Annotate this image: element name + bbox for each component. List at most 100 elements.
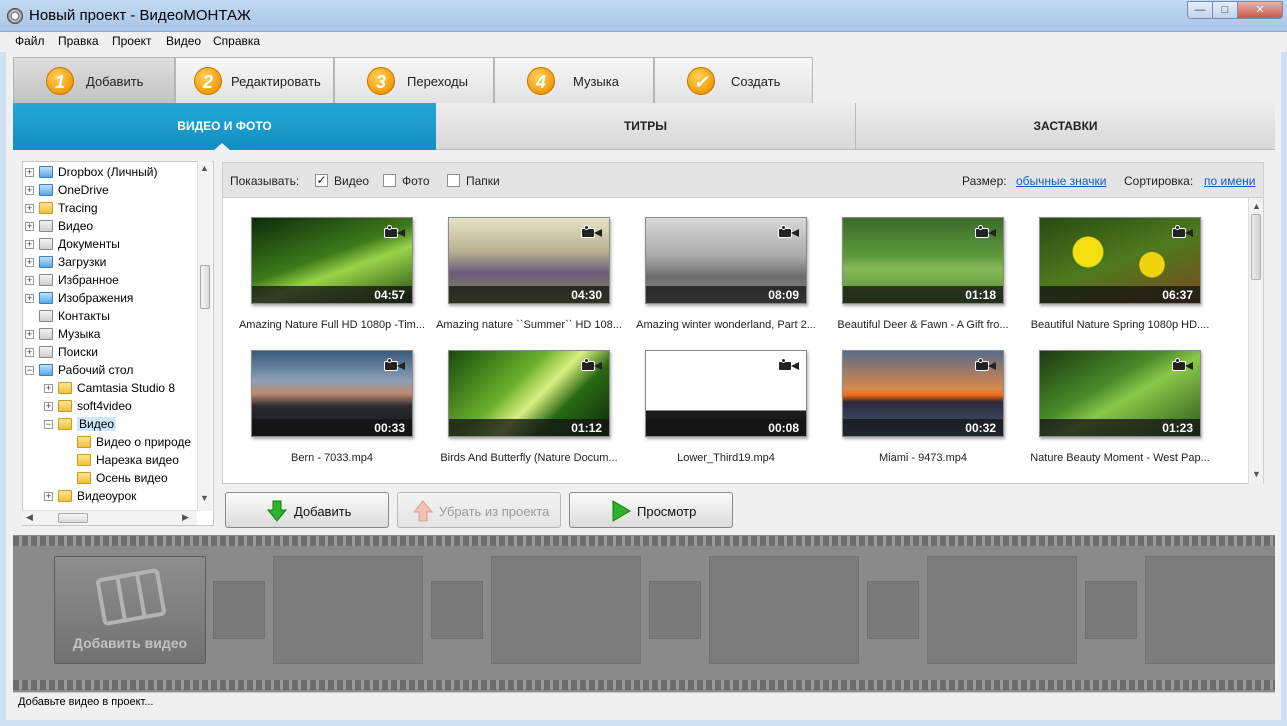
- expand-icon[interactable]: +: [25, 186, 34, 195]
- tab-titles[interactable]: ТИТРЫ: [436, 103, 856, 150]
- scroll-right-icon[interactable]: ▶: [182, 512, 189, 523]
- tree-item[interactable]: + Изображения: [23, 290, 213, 308]
- video-caption[interactable]: Bern - 7033.mp4: [237, 452, 427, 464]
- expand-icon[interactable]: +: [44, 384, 53, 393]
- expand-icon[interactable]: +: [25, 294, 34, 303]
- video-caption[interactable]: Lower_Third19.mp4: [631, 452, 821, 464]
- tree-item[interactable]: + Видеоурок: [23, 488, 213, 506]
- video-thumbnail[interactable]: 04:57: [251, 217, 413, 304]
- tree-item[interactable]: + Поиски: [23, 344, 213, 362]
- menu-video[interactable]: Видео: [166, 34, 201, 48]
- video-caption[interactable]: Amazing winter wonderland, Part 2...: [631, 319, 821, 331]
- expand-icon[interactable]: +: [25, 330, 34, 339]
- tree-item[interactable]: − Видео: [23, 416, 213, 434]
- tree-item[interactable]: − Рабочий стол: [23, 362, 213, 380]
- menu-project[interactable]: Проект: [112, 34, 152, 48]
- transition-slot[interactable]: [1085, 581, 1137, 639]
- expand-icon[interactable]: +: [25, 222, 34, 231]
- video-slot[interactable]: [491, 556, 641, 664]
- video-thumbnail[interactable]: 01:23: [1039, 350, 1201, 437]
- tree-item[interactable]: + OneDrive: [23, 182, 213, 200]
- video-thumbnail[interactable]: 00:33: [251, 350, 413, 437]
- menu-file[interactable]: Файл: [15, 34, 45, 48]
- video-caption[interactable]: Amazing nature ``Summer`` HD 108...: [434, 319, 624, 331]
- tree-item[interactable]: + Tracing: [23, 200, 213, 218]
- video-checkbox-label[interactable]: Видео: [334, 174, 369, 188]
- photo-checkbox-label[interactable]: Фото: [402, 174, 430, 188]
- video-slot[interactable]: [1145, 556, 1275, 664]
- tree-item[interactable]: + Видео: [23, 218, 213, 236]
- transition-slot[interactable]: [867, 581, 919, 639]
- video-thumbnail[interactable]: 08:09: [645, 217, 807, 304]
- gallery-scroll-thumb[interactable]: [1251, 214, 1261, 280]
- remove-from-project-button[interactable]: Убрать из проекта: [397, 492, 561, 528]
- close-button[interactable]: ✕: [1237, 1, 1283, 19]
- scroll-up-icon[interactable]: ▲: [1252, 201, 1261, 211]
- folders-checkbox[interactable]: [447, 174, 460, 187]
- add-video-slot[interactable]: Добавить видео: [54, 556, 206, 664]
- step-tab-music[interactable]: 4 Музыка: [494, 57, 654, 103]
- collapse-icon[interactable]: −: [25, 366, 34, 375]
- tree-item[interactable]: + Документы: [23, 236, 213, 254]
- video-caption[interactable]: Miami - 9473.mp4: [828, 452, 1018, 464]
- expand-icon[interactable]: +: [25, 240, 34, 249]
- tree-scroll-thumb[interactable]: [200, 265, 210, 309]
- expand-icon[interactable]: +: [25, 276, 34, 285]
- transition-slot[interactable]: [431, 581, 483, 639]
- video-thumbnail[interactable]: 06:37: [1039, 217, 1201, 304]
- preview-button[interactable]: Просмотр: [569, 492, 733, 528]
- scroll-left-icon[interactable]: ◀: [26, 512, 33, 523]
- tab-intros[interactable]: ЗАСТАВКИ: [856, 103, 1275, 150]
- folders-checkbox-label[interactable]: Папки: [466, 174, 500, 188]
- tree-item[interactable]: + Избранное: [23, 272, 213, 290]
- scroll-down-icon[interactable]: ▼: [200, 493, 209, 503]
- tree-item[interactable]: Видео о природе: [23, 434, 213, 452]
- video-thumbnail[interactable]: 00:08: [645, 350, 807, 437]
- menu-edit[interactable]: Правка: [58, 34, 99, 48]
- scroll-up-icon[interactable]: ▲: [200, 163, 209, 173]
- photo-checkbox[interactable]: [383, 174, 396, 187]
- tree-horizontal-scrollbar[interactable]: ◀ ▶: [22, 510, 197, 525]
- collapse-icon[interactable]: −: [44, 420, 53, 429]
- expand-icon[interactable]: +: [44, 492, 53, 501]
- video-slot[interactable]: [709, 556, 859, 664]
- menu-help[interactable]: Справка: [213, 34, 260, 48]
- video-slot[interactable]: [273, 556, 423, 664]
- expand-icon[interactable]: +: [25, 168, 34, 177]
- video-caption[interactable]: Amazing Nature Full HD 1080p -Tim...: [237, 319, 427, 331]
- expand-icon[interactable]: +: [25, 348, 34, 357]
- video-caption[interactable]: Birds And Butterfly (Nature Docum...: [434, 452, 624, 464]
- step-tab-transitions[interactable]: 3 Переходы: [334, 57, 494, 103]
- video-slot[interactable]: [927, 556, 1077, 664]
- tree-item[interactable]: + Загрузки: [23, 254, 213, 272]
- minimize-button[interactable]: —: [1187, 1, 1213, 19]
- add-button[interactable]: Добавить: [225, 492, 389, 528]
- video-thumbnail[interactable]: 04:30: [448, 217, 610, 304]
- step-tab-add[interactable]: 1 Добавить: [13, 57, 175, 103]
- expand-icon[interactable]: +: [25, 204, 34, 213]
- size-link[interactable]: обычные значки: [1016, 174, 1106, 188]
- tree-item[interactable]: + Музыка: [23, 326, 213, 344]
- tree-item[interactable]: + Camtasia Studio 8: [23, 380, 213, 398]
- video-thumbnail[interactable]: 01:18: [842, 217, 1004, 304]
- video-thumbnail[interactable]: 01:12: [448, 350, 610, 437]
- sort-link[interactable]: по имени: [1204, 174, 1255, 188]
- expand-icon[interactable]: +: [44, 402, 53, 411]
- tab-video-photo[interactable]: ВИДЕО И ФОТО: [13, 103, 436, 151]
- video-caption[interactable]: Beautiful Nature Spring 1080p HD....: [1025, 319, 1215, 331]
- expand-icon[interactable]: +: [25, 258, 34, 267]
- gallery-scrollbar[interactable]: ▲ ▼: [1248, 198, 1263, 484]
- tree-hscroll-thumb[interactable]: [58, 513, 88, 523]
- tree-item[interactable]: + soft4video: [23, 398, 213, 416]
- folder-tree[interactable]: + Dropbox (Личный) + OneDrive + Tracing + Видео…: [22, 161, 214, 526]
- step-tab-edit[interactable]: 2 Редактировать: [175, 57, 334, 103]
- tree-item[interactable]: Контакты: [23, 308, 213, 326]
- transition-slot[interactable]: [213, 581, 265, 639]
- video-thumbnail[interactable]: 00:32: [842, 350, 1004, 437]
- maximize-button[interactable]: □: [1212, 1, 1238, 19]
- scroll-down-icon[interactable]: ▼: [1252, 469, 1261, 479]
- video-caption[interactable]: Nature Beauty Moment - West Pap...: [1025, 452, 1215, 464]
- tree-item[interactable]: + Dropbox (Личный): [23, 164, 213, 182]
- tree-item[interactable]: Осень видео: [23, 470, 213, 488]
- video-gallery[interactable]: 04:57 Amazing Nature Full HD 1080p -Tim..…: [222, 198, 1264, 484]
